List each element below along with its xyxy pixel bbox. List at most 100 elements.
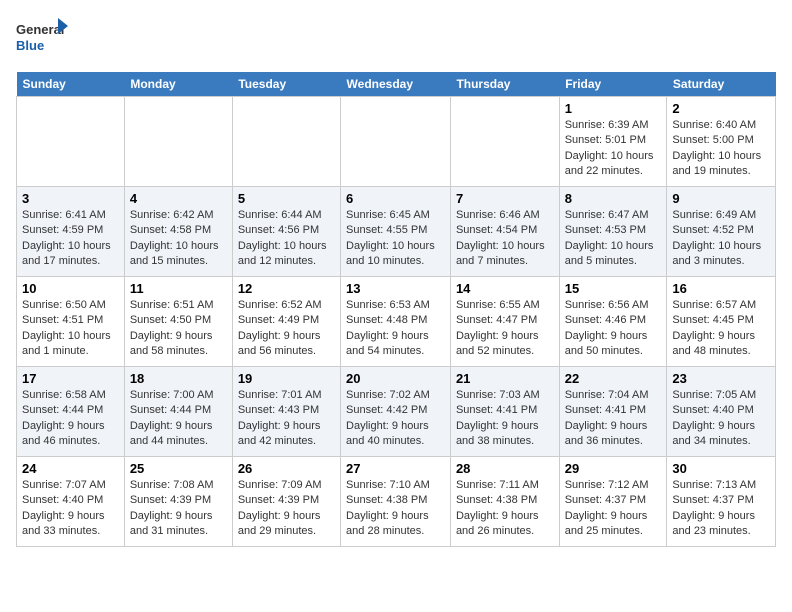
day-of-week-header: Friday xyxy=(559,72,667,97)
calendar-day-cell: 7 Sunrise: 6:46 AM Sunset: 4:54 PM Daylig… xyxy=(450,187,559,277)
day-number: 25 xyxy=(130,461,227,476)
calendar-day-cell: 16 Sunrise: 6:57 AM Sunset: 4:45 PM Dayli… xyxy=(667,277,776,367)
day-number: 30 xyxy=(672,461,770,476)
calendar-day-cell: 17 Sunrise: 6:58 AM Sunset: 4:44 PM Dayli… xyxy=(17,367,125,457)
logo: GeneralBlue xyxy=(16,16,68,60)
day-number: 11 xyxy=(130,281,227,296)
calendar-day-cell xyxy=(450,97,559,187)
calendar-day-cell: 24 Sunrise: 7:07 AM Sunset: 4:40 PM Dayli… xyxy=(17,457,125,547)
day-info: Sunrise: 6:49 AM Sunset: 4:52 PM Dayligh… xyxy=(672,208,770,270)
day-number: 15 xyxy=(565,281,662,296)
day-number: 7 xyxy=(456,191,554,206)
day-number: 19 xyxy=(238,371,335,386)
day-info: Sunrise: 6:55 AM Sunset: 4:47 PM Dayligh… xyxy=(456,298,554,360)
day-number: 22 xyxy=(565,371,662,386)
calendar-day-cell: 14Sunrise: 6:55 AM Sunset: 4:47 PM Dayli… xyxy=(450,277,559,367)
calendar-day-cell: 2 Sunrise: 6:40 AM Sunset: 5:00 PM Daylig… xyxy=(667,97,776,187)
day-info: Sunrise: 7:03 AM Sunset: 4:41 PM Dayligh… xyxy=(456,388,554,450)
day-info: Sunrise: 6:56 AM Sunset: 4:46 PM Dayligh… xyxy=(565,298,662,360)
calendar-table: SundayMondayTuesdayWednesdayThursdayFrid… xyxy=(16,72,776,547)
day-info: Sunrise: 6:39 AM Sunset: 5:01 PM Dayligh… xyxy=(565,118,662,180)
day-number: 2 xyxy=(672,101,770,116)
calendar-day-cell: 10Sunrise: 6:50 AM Sunset: 4:51 PM Dayli… xyxy=(17,277,125,367)
calendar-day-cell: 22 Sunrise: 7:04 AM Sunset: 4:41 PM Dayli… xyxy=(559,367,667,457)
day-number: 21 xyxy=(456,371,554,386)
calendar-day-cell: 8 Sunrise: 6:47 AM Sunset: 4:53 PM Daylig… xyxy=(559,187,667,277)
day-info: Sunrise: 6:58 AM Sunset: 4:44 PM Dayligh… xyxy=(22,388,119,450)
calendar-day-cell xyxy=(341,97,451,187)
day-number: 6 xyxy=(346,191,445,206)
day-info: Sunrise: 6:45 AM Sunset: 4:55 PM Dayligh… xyxy=(346,208,445,270)
day-number: 18 xyxy=(130,371,227,386)
day-info: Sunrise: 6:50 AM Sunset: 4:51 PM Dayligh… xyxy=(22,298,119,360)
calendar-day-cell: 1 Sunrise: 6:39 AM Sunset: 5:01 PM Daylig… xyxy=(559,97,667,187)
calendar-day-cell: 13 Sunrise: 6:53 AM Sunset: 4:48 PM Dayli… xyxy=(341,277,451,367)
day-info: Sunrise: 7:01 AM Sunset: 4:43 PM Dayligh… xyxy=(238,388,335,450)
day-number: 12 xyxy=(238,281,335,296)
day-info: Sunrise: 6:57 AM Sunset: 4:45 PM Dayligh… xyxy=(672,298,770,360)
day-info: Sunrise: 6:40 AM Sunset: 5:00 PM Dayligh… xyxy=(672,118,770,180)
day-info: Sunrise: 7:04 AM Sunset: 4:41 PM Dayligh… xyxy=(565,388,662,450)
day-number: 29 xyxy=(565,461,662,476)
calendar-week-row: 17 Sunrise: 6:58 AM Sunset: 4:44 PM Dayli… xyxy=(17,367,776,457)
day-info: Sunrise: 7:00 AM Sunset: 4:44 PM Dayligh… xyxy=(130,388,227,450)
day-of-week-header: Monday xyxy=(124,72,232,97)
day-info: Sunrise: 7:08 AM Sunset: 4:39 PM Dayligh… xyxy=(130,478,227,540)
day-info: Sunrise: 6:52 AM Sunset: 4:49 PM Dayligh… xyxy=(238,298,335,360)
day-info: Sunrise: 6:46 AM Sunset: 4:54 PM Dayligh… xyxy=(456,208,554,270)
day-info: Sunrise: 7:12 AM Sunset: 4:37 PM Dayligh… xyxy=(565,478,662,540)
svg-text:General: General xyxy=(16,22,64,37)
day-number: 24 xyxy=(22,461,119,476)
day-number: 23 xyxy=(672,371,770,386)
day-info: Sunrise: 7:07 AM Sunset: 4:40 PM Dayligh… xyxy=(22,478,119,540)
calendar-day-cell: 29 Sunrise: 7:12 AM Sunset: 4:37 PM Dayli… xyxy=(559,457,667,547)
calendar-day-cell: 26 Sunrise: 7:09 AM Sunset: 4:39 PM Dayli… xyxy=(232,457,340,547)
day-of-week-header: Tuesday xyxy=(232,72,340,97)
day-number: 26 xyxy=(238,461,335,476)
calendar-day-cell: 6 Sunrise: 6:45 AM Sunset: 4:55 PM Daylig… xyxy=(341,187,451,277)
logo-svg: GeneralBlue xyxy=(16,16,68,60)
calendar-header-row: SundayMondayTuesdayWednesdayThursdayFrid… xyxy=(17,72,776,97)
day-info: Sunrise: 7:02 AM Sunset: 4:42 PM Dayligh… xyxy=(346,388,445,450)
calendar-week-row: 3 Sunrise: 6:41 AM Sunset: 4:59 PM Daylig… xyxy=(17,187,776,277)
day-info: Sunrise: 7:10 AM Sunset: 4:38 PM Dayligh… xyxy=(346,478,445,540)
day-info: Sunrise: 6:41 AM Sunset: 4:59 PM Dayligh… xyxy=(22,208,119,270)
calendar-day-cell xyxy=(17,97,125,187)
day-info: Sunrise: 6:42 AM Sunset: 4:58 PM Dayligh… xyxy=(130,208,227,270)
day-info: Sunrise: 7:13 AM Sunset: 4:37 PM Dayligh… xyxy=(672,478,770,540)
day-number: 8 xyxy=(565,191,662,206)
day-info: Sunrise: 6:53 AM Sunset: 4:48 PM Dayligh… xyxy=(346,298,445,360)
header: GeneralBlue xyxy=(16,16,776,60)
day-number: 16 xyxy=(672,281,770,296)
day-number: 9 xyxy=(672,191,770,206)
day-of-week-header: Thursday xyxy=(450,72,559,97)
calendar-day-cell: 30 Sunrise: 7:13 AM Sunset: 4:37 PM Dayli… xyxy=(667,457,776,547)
calendar-day-cell: 20Sunrise: 7:02 AM Sunset: 4:42 PM Dayli… xyxy=(341,367,451,457)
day-info: Sunrise: 6:44 AM Sunset: 4:56 PM Dayligh… xyxy=(238,208,335,270)
day-number: 5 xyxy=(238,191,335,206)
day-number: 13 xyxy=(346,281,445,296)
calendar-day-cell xyxy=(232,97,340,187)
calendar-day-cell: 3 Sunrise: 6:41 AM Sunset: 4:59 PM Daylig… xyxy=(17,187,125,277)
calendar-week-row: 24 Sunrise: 7:07 AM Sunset: 4:40 PM Dayli… xyxy=(17,457,776,547)
day-number: 1 xyxy=(565,101,662,116)
calendar-day-cell xyxy=(124,97,232,187)
day-number: 27 xyxy=(346,461,445,476)
calendar-week-row: 10Sunrise: 6:50 AM Sunset: 4:51 PM Dayli… xyxy=(17,277,776,367)
calendar-day-cell: 12 Sunrise: 6:52 AM Sunset: 4:49 PM Dayli… xyxy=(232,277,340,367)
calendar-day-cell: 9 Sunrise: 6:49 AM Sunset: 4:52 PM Daylig… xyxy=(667,187,776,277)
calendar-week-row: 1 Sunrise: 6:39 AM Sunset: 5:01 PM Daylig… xyxy=(17,97,776,187)
calendar-day-cell: 5 Sunrise: 6:44 AM Sunset: 4:56 PM Daylig… xyxy=(232,187,340,277)
day-info: Sunrise: 6:51 AM Sunset: 4:50 PM Dayligh… xyxy=(130,298,227,360)
day-of-week-header: Wednesday xyxy=(341,72,451,97)
day-number: 17 xyxy=(22,371,119,386)
calendar-day-cell: 19 Sunrise: 7:01 AM Sunset: 4:43 PM Dayli… xyxy=(232,367,340,457)
calendar-day-cell: 21 Sunrise: 7:03 AM Sunset: 4:41 PM Dayli… xyxy=(450,367,559,457)
day-number: 3 xyxy=(22,191,119,206)
calendar-day-cell: 4Sunrise: 6:42 AM Sunset: 4:58 PM Daylig… xyxy=(124,187,232,277)
day-info: Sunrise: 7:09 AM Sunset: 4:39 PM Dayligh… xyxy=(238,478,335,540)
calendar-day-cell: 23 Sunrise: 7:05 AM Sunset: 4:40 PM Dayli… xyxy=(667,367,776,457)
day-info: Sunrise: 7:05 AM Sunset: 4:40 PM Dayligh… xyxy=(672,388,770,450)
day-info: Sunrise: 6:47 AM Sunset: 4:53 PM Dayligh… xyxy=(565,208,662,270)
calendar-day-cell: 27 Sunrise: 7:10 AM Sunset: 4:38 PM Dayli… xyxy=(341,457,451,547)
